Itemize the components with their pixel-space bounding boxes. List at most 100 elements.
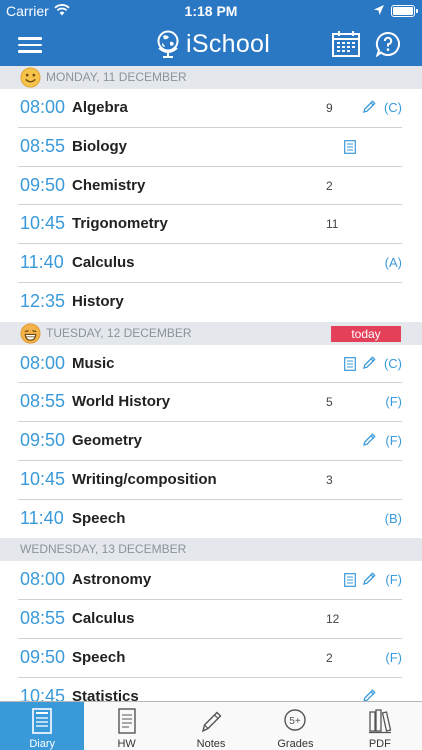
lesson-room: 11	[326, 217, 339, 232]
svg-text:5+: 5+	[290, 716, 302, 727]
lesson-room: 3	[326, 472, 333, 487]
tab-grades[interactable]: 5+ Grades	[253, 702, 337, 750]
lesson-row[interactable]: 09:50 Speech 2 (F)	[18, 639, 402, 678]
nav-bar: iSchool	[0, 22, 422, 66]
lesson-subject: History	[72, 292, 124, 310]
lesson-room: 2	[326, 178, 333, 193]
globe-icon	[157, 30, 179, 58]
pencil-icon[interactable]	[362, 688, 376, 701]
lesson-grade: (F)	[385, 649, 402, 665]
tab-notes[interactable]: Notes	[169, 702, 253, 750]
day-header: MONDAY, 11 DECEMBER	[0, 66, 422, 89]
lesson-grade: (C)	[383, 355, 402, 371]
lesson-row[interactable]: 08:00 Music (C)	[18, 345, 402, 384]
lesson-room: 2	[326, 650, 333, 665]
lesson-row[interactable]: 08:55 Biology	[18, 128, 402, 167]
lesson-time: 12:35	[20, 290, 66, 311]
lesson-subject: Algebra	[72, 99, 128, 116]
tab-hw[interactable]: HW	[84, 702, 168, 750]
lesson-subject: Biology	[72, 137, 127, 155]
diary-icon	[30, 708, 54, 734]
lesson-subject: Speech	[72, 648, 126, 666]
books-icon	[368, 708, 392, 734]
lesson-subject: Writing/composition	[72, 470, 217, 488]
status-bar: Carrier 1:18 PM	[0, 0, 422, 22]
lesson-row[interactable]: 10:45 Trigonometry 11	[18, 205, 402, 244]
app-logo: iSchool	[155, 28, 270, 60]
lesson-time: 09:50	[20, 430, 66, 450]
lesson-grade: (A)	[384, 255, 402, 270]
tab-label: Grades	[277, 738, 314, 750]
lesson-time: 10:45	[20, 213, 66, 234]
lesson-row[interactable]: 08:55 World History 5 (F)	[18, 383, 402, 422]
lesson-time: 08:00	[20, 352, 66, 373]
lesson-row[interactable]: 08:00 Algebra 9 (C)	[18, 89, 402, 128]
lesson-subject: Geometry	[72, 432, 143, 449]
tab-pdf[interactable]: PDF	[338, 702, 422, 750]
lesson-grade: (C)	[383, 100, 402, 115]
lesson-time: 08:55	[20, 608, 66, 628]
lesson-row[interactable]: 10:45 Writing/composition 3	[18, 461, 402, 500]
lesson-room: 9	[326, 101, 333, 115]
note-icon[interactable]	[344, 139, 356, 154]
grades-icon: 5+	[283, 708, 307, 734]
lesson-time: 08:00	[20, 569, 66, 590]
lesson-time: 08:55	[20, 135, 66, 156]
day-header-label: TUESDAY, 12 DECEMBER	[46, 325, 192, 340]
pencil-icon[interactable]	[362, 100, 376, 114]
lesson-time: 08:55	[20, 391, 66, 412]
day-header-label: MONDAY, 11 DECEMBER	[46, 70, 187, 84]
lesson-grade: (F)	[385, 572, 402, 588]
tab-bar: Diary HW Notes 5+ Grades PDF	[0, 701, 422, 750]
lesson-grade: (F)	[385, 433, 402, 448]
battery-icon	[391, 5, 418, 17]
today-badge: today	[331, 325, 401, 342]
lesson-room: 5	[326, 395, 333, 410]
grinning-face-icon	[20, 322, 41, 344]
lesson-time: 09:50	[20, 174, 66, 195]
tab-label: Diary	[29, 738, 56, 750]
lesson-row[interactable]: 11:40 Speech (B)	[18, 500, 402, 539]
day-header-label: WEDNESDAY, 13 DECEMBER	[20, 542, 187, 557]
tab-diary[interactable]: Diary	[0, 702, 85, 750]
homework-icon	[115, 708, 139, 734]
clock: 1:18 PM	[184, 3, 238, 19]
location-arrow-icon	[374, 5, 384, 15]
lesson-row[interactable]: 08:00 Astronomy (F)	[18, 561, 402, 600]
lesson-row[interactable]: 09:50 Geometry (F)	[18, 422, 402, 461]
smiling-face-icon	[20, 67, 41, 88]
lesson-row[interactable]: 12:35 History	[18, 283, 402, 322]
note-icon[interactable]	[344, 356, 356, 371]
lesson-time: 10:45	[20, 468, 66, 489]
lesson-subject: Music	[72, 354, 115, 372]
calendar-icon[interactable]	[331, 30, 361, 58]
pencil-icon	[199, 708, 223, 734]
lesson-subject: Speech	[72, 509, 126, 527]
lesson-row[interactable]: 09:50 Chemistry 2	[18, 167, 402, 206]
lesson-room: 12	[326, 612, 340, 626]
lesson-grade: (F)	[385, 394, 402, 410]
day-header: WEDNESDAY, 13 DECEMBER	[0, 538, 422, 562]
lesson-row[interactable]: 08:55 Calculus 12	[18, 600, 402, 639]
lesson-subject: Calculus	[72, 610, 135, 627]
tab-label: PDF	[368, 738, 391, 750]
pencil-icon[interactable]	[362, 355, 376, 370]
lesson-time: 09:50	[20, 646, 66, 667]
diary-list[interactable]: MONDAY, 11 DECEMBER 08:00 Algebra 9 (C) 08:55…	[0, 66, 422, 701]
pencil-icon[interactable]	[362, 572, 376, 586]
note-icon[interactable]	[344, 573, 356, 588]
help-icon[interactable]	[375, 31, 401, 57]
lesson-time: 11:40	[20, 252, 64, 272]
lesson-subject: Statistics	[72, 687, 139, 702]
pencil-icon[interactable]	[362, 433, 376, 447]
lesson-subject: World History	[72, 393, 171, 411]
lesson-grade: (B)	[384, 510, 402, 526]
lesson-subject: Calculus	[72, 254, 135, 271]
lesson-subject: Trigonometry	[72, 215, 168, 233]
lesson-row[interactable]: 11:40 Calculus (A)	[18, 244, 402, 283]
menu-button[interactable]	[18, 34, 42, 54]
lesson-row[interactable]: 10:45 Statistics	[18, 678, 402, 702]
lesson-time: 11:40	[20, 507, 64, 528]
lesson-subject: Astronomy	[72, 571, 152, 589]
lesson-time: 08:00	[20, 97, 66, 117]
